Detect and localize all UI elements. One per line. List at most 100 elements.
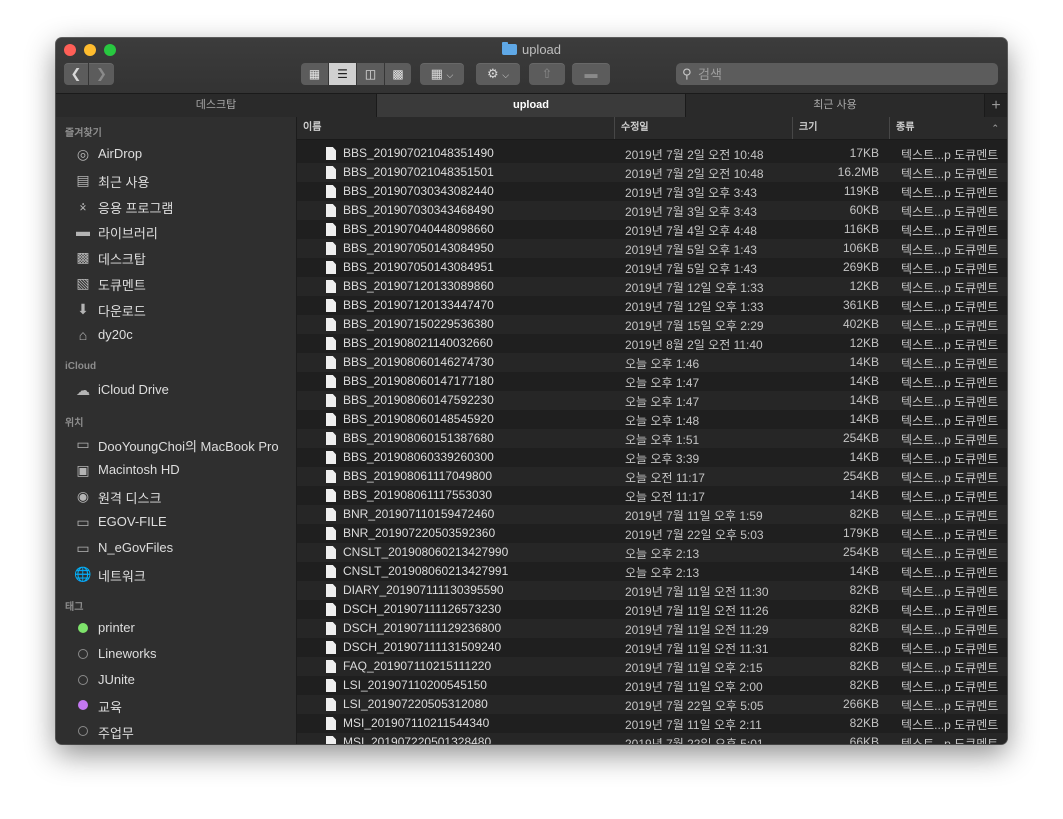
table-row[interactable]: LSI_201907110200545150 2019년 7월 11일 오후 2:… xyxy=(297,676,1007,695)
sidebar-tag-printer[interactable]: printer xyxy=(56,617,296,639)
table-row[interactable]: BBS_201907120133447470 2019년 7월 12일 오후 1:… xyxy=(297,296,1007,315)
table-row[interactable]: CNSLT_201908060213427990 오늘 오후 2:13 254KB 텍… xyxy=(297,543,1007,562)
sidebar-item-documents[interactable]: ▧ 도큐멘트 xyxy=(56,272,296,294)
table-row[interactable]: LSI_201907220505312080 2019년 7월 22일 오후 5:… xyxy=(297,695,1007,714)
table-row[interactable]: DIARY_201907111130395590 2019년 7월 11일 오전 … xyxy=(297,581,1007,600)
column-header-date[interactable]: 수정일 xyxy=(615,117,793,139)
gallery-icon: ▩ xyxy=(392,67,404,81)
table-row[interactable]: BBS_201908061117049800 오늘 오전 11:17 254KB 텍스… xyxy=(297,467,1007,486)
table-row[interactable]: MSI_201907110211544340 2019년 7월 11일 오후 2:… xyxy=(297,714,1007,733)
sidebar-item-recents[interactable]: ▤ 최근 사용 xyxy=(56,169,296,191)
edit-tags-button[interactable]: ▬ xyxy=(572,63,610,85)
sidebar-tag-main-work[interactable]: 주업무 xyxy=(56,720,296,742)
table-row[interactable]: BNR_201907110159472460 2019년 7월 11일 오후 1:… xyxy=(297,505,1007,524)
table-row[interactable]: BNR_201907220503592360 2019년 7월 22일 오후 5:… xyxy=(297,524,1007,543)
table-row[interactable]: BBS_201907040448098660 2019년 7월 4일 오후 4:4… xyxy=(297,220,1007,239)
file-name: BBS_201908060339260300 xyxy=(343,450,494,464)
table-row[interactable]: BBS_201908060339260300 오늘 오후 3:39 14KB 텍스트.… xyxy=(297,448,1007,467)
file-date: 오늘 오후 1:47 xyxy=(625,376,700,390)
table-row[interactable]: BBS_201907030343468490 2019년 7월 3일 오후 3:4… xyxy=(297,201,1007,220)
table-row[interactable]: BBS_201908061117553030 오늘 오전 11:17 14KB 텍스트… xyxy=(297,486,1007,505)
file-size: 254KB xyxy=(842,431,879,445)
sidebar-tag-education[interactable]: 교육 xyxy=(56,694,296,716)
file-name: LSI_201907220505312080 xyxy=(343,697,488,711)
file-kind: 텍스트...p 도큐멘트 xyxy=(901,737,999,744)
sidebar-item-home[interactable]: ⌂ dy20c xyxy=(56,324,296,346)
file-date: 2019년 8월 2일 오전 11:40 xyxy=(625,338,763,352)
document-icon xyxy=(326,508,336,521)
file-date: 2019년 7월 11일 오전 11:30 xyxy=(625,585,769,599)
table-row[interactable]: BBS_201907050143084951 2019년 7월 5일 오후 1:4… xyxy=(297,258,1007,277)
sidebar-item-network[interactable]: 🌐 네트워크 xyxy=(56,563,296,585)
column-header-size[interactable]: 크기 xyxy=(793,117,890,139)
share-button[interactable]: ⇧ xyxy=(529,63,565,85)
table-row[interactable]: BBS_201908060147177180 오늘 오후 1:47 14KB 텍스트.… xyxy=(297,372,1007,391)
forward-button[interactable]: ❯ xyxy=(89,63,114,85)
sidebar-item-macbook-pro[interactable]: ▭ DooYoungChoi의 MacBook Pro xyxy=(56,433,296,455)
tag-color-dot xyxy=(78,649,88,659)
table-row[interactable]: BBS_201908060146274730 오늘 오후 1:46 14KB 텍스트.… xyxy=(297,353,1007,372)
tab-desktop[interactable]: 데스크탑 xyxy=(56,94,377,117)
sidebar-item-remote-disc[interactable]: ◉ 원격 디스크 xyxy=(56,485,296,507)
table-row[interactable]: DSCH_201907111131509240 2019년 7월 11일 오전 1… xyxy=(297,638,1007,657)
table-row[interactable]: MSI_201907220501328480 2019년 7월 22일 오후 5:… xyxy=(297,733,1007,744)
tab-bar: 데스크탑 upload 최근 사용 + xyxy=(56,93,1007,118)
sidebar-item-desktop[interactable]: ▩ 데스크탑 xyxy=(56,246,296,268)
document-icon xyxy=(326,204,336,217)
sidebar-tag-lineworks[interactable]: Lineworks xyxy=(56,643,296,665)
file-name: LSI_201907110200545150 xyxy=(343,678,487,692)
file-name: DSCH_201907111129236800 xyxy=(343,621,502,635)
optical-disc-icon: ◉ xyxy=(76,488,90,504)
icon-view-button[interactable]: ▦ xyxy=(301,63,328,85)
document-icon xyxy=(326,546,336,559)
sidebar: 즐겨찾기 ◎ AirDrop ▤ 최근 사용 ⨰ 응용 프로그램 ▬ 라이브러리… xyxy=(56,117,297,744)
table-row[interactable]: FAQ_201907110215111220 2019년 7월 11일 오후 2:… xyxy=(297,657,1007,676)
sidebar-item-downloads[interactable]: ⬇ 다운로드 xyxy=(56,298,296,320)
search-field[interactable]: ⚲ xyxy=(676,63,998,85)
action-menu-button[interactable]: ⚙ ⌵ xyxy=(476,63,520,85)
file-name: BBS_201907050143084950 xyxy=(343,241,494,255)
sidebar-item-applications[interactable]: ⨰ 응용 프로그램 xyxy=(56,195,296,217)
table-row[interactable]: BBS_201907050143084950 2019년 7월 5일 오후 1:4… xyxy=(297,239,1007,258)
file-kind: 텍스트...p 도큐멘트 xyxy=(901,566,999,580)
back-button[interactable]: ❮ xyxy=(64,63,88,85)
desktop-icon: ▩ xyxy=(76,249,90,265)
sidebar-item-icloud-drive[interactable]: ☁ iCloud Drive xyxy=(56,379,296,401)
table-row[interactable]: BBS_201907030343082440 2019년 7월 3일 오후 3:4… xyxy=(297,182,1007,201)
column-header-name[interactable]: 이름 xyxy=(297,117,615,139)
sidebar-item-label: N_eGovFiles xyxy=(98,540,174,555)
list-view-button[interactable]: ☰ xyxy=(329,63,356,85)
table-row[interactable]: BBS_201907021048351490 2019년 7월 2일 오전 10:… xyxy=(297,144,1007,163)
table-row[interactable]: DSCH_201907111129236800 2019년 7월 11일 오전 1… xyxy=(297,619,1007,638)
column-view-button[interactable]: ◫ xyxy=(357,63,384,85)
table-row[interactable]: BBS_201908060148545920 오늘 오후 1:48 14KB 텍스트.… xyxy=(297,410,1007,429)
table-row[interactable]: DSCH_201907111126573230 2019년 7월 11일 오전 1… xyxy=(297,600,1007,619)
search-icon: ⚲ xyxy=(682,66,692,81)
gear-icon: ⚙ xyxy=(486,66,499,81)
table-row[interactable]: BBS_201908060151387680 오늘 오후 1:51 254KB 텍스트… xyxy=(297,429,1007,448)
table-row[interactable]: BBS_201907150229536380 2019년 7월 15일 오후 2:… xyxy=(297,315,1007,334)
column-header-kind[interactable]: 종류 ⌃ xyxy=(890,117,1007,139)
table-row[interactable]: BBS_201907120133089860 2019년 7월 12일 오후 1:… xyxy=(297,277,1007,296)
group-by-button[interactable]: ▦ ⌵ xyxy=(420,63,464,85)
tab-upload[interactable]: upload xyxy=(377,94,686,117)
gallery-view-button[interactable]: ▩ xyxy=(385,63,411,85)
search-input[interactable] xyxy=(698,63,988,85)
chevron-left-icon: ❮ xyxy=(70,66,82,81)
table-row[interactable]: BBS_201908060147592230 오늘 오후 1:47 14KB 텍스트.… xyxy=(297,391,1007,410)
file-kind: 텍스트...p 도큐멘트 xyxy=(901,661,999,675)
file-name: BNR_201907110159472460 xyxy=(343,507,495,521)
tab-recents[interactable]: 최근 사용 xyxy=(686,94,985,117)
sidebar-item-n-egovfiles[interactable]: ▭ N_eGovFiles xyxy=(56,537,296,559)
sidebar-item-library[interactable]: ▬ 라이브러리 xyxy=(56,220,296,242)
table-row[interactable]: BBS_201907021048351501 2019년 7월 2일 오전 10:… xyxy=(297,163,1007,182)
file-kind: 텍스트...p 도큐멘트 xyxy=(901,471,999,485)
sidebar-item-airdrop[interactable]: ◎ AirDrop xyxy=(56,143,296,165)
sidebar-item-macintosh-hd[interactable]: ▣ Macintosh HD xyxy=(56,459,296,481)
new-tab-button[interactable]: + xyxy=(985,94,1007,117)
grid-icon: ▦ xyxy=(430,66,443,81)
table-row[interactable]: BBS_201908021140032660 2019년 8월 2일 오전 11:… xyxy=(297,334,1007,353)
sidebar-tag-junite[interactable]: JUnite xyxy=(56,669,296,691)
table-row[interactable]: CNSLT_201908060213427991 오늘 오후 2:13 14KB 텍스… xyxy=(297,562,1007,581)
sidebar-item-egov-file[interactable]: ▭ EGOV-FILE xyxy=(56,511,296,533)
